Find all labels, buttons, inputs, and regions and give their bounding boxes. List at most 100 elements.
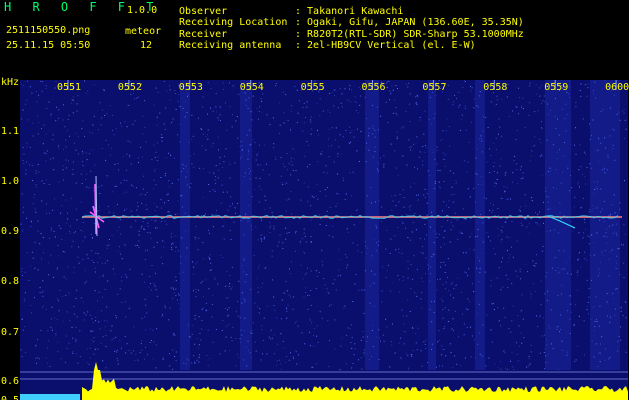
noise-speck [454,212,456,214]
noise-speck [305,292,307,294]
noise-speck [229,283,231,285]
noise-speck [58,147,60,149]
noise-speck [521,294,523,296]
noise-speck [355,102,357,104]
noise-speck [202,106,204,108]
noise-speck [128,308,130,310]
noise-speck [69,225,71,227]
noise-speck [587,83,589,85]
noise-speck [414,333,416,334]
noise-speck [327,320,329,322]
noise-speck [106,113,108,115]
noise-speck [43,252,44,254]
noise-speck [227,315,229,317]
noise-speck [36,362,37,364]
noise-speck [315,363,317,365]
noise-speck [152,358,154,360]
noise-speck [284,166,286,168]
noise-speck [279,359,281,361]
noise-speck [309,318,311,320]
noise-speck [62,251,64,253]
noise-speck [117,293,119,295]
noise-speck [98,129,99,131]
noise-speck [98,291,100,293]
noise-speck [217,117,219,119]
noise-speck [437,169,439,171]
noise-speck [98,210,100,211]
noise-speck [83,312,85,314]
noise-band [428,80,436,370]
noise-speck [35,91,37,93]
noise-speck [212,110,214,112]
noise-speck [72,99,74,101]
noise-speck [580,206,582,208]
noise-speck [237,353,239,355]
noise-speck [207,329,209,331]
noise-speck [337,107,339,109]
noise-speck [34,194,35,195]
noise-speck [452,318,454,320]
noise-speck [260,359,262,361]
noise-speck [41,200,43,202]
noise-speck [173,157,175,159]
noise-speck [259,177,261,179]
noise-speck [68,160,69,162]
noise-speck [326,210,328,212]
noise-speck [136,209,138,211]
noise-speck [339,274,341,276]
noise-speck [195,291,197,293]
noise-speck [138,246,140,248]
noise-speck [232,85,234,87]
noise-speck [106,245,108,247]
noise-speck [521,105,522,107]
noise-speck [135,220,137,222]
noise-speck [191,163,193,165]
noise-speck [492,248,494,249]
noise-speck [225,102,226,104]
noise-speck [402,155,404,157]
noise-speck [194,239,196,241]
noise-speck [117,363,119,365]
noise-speck [42,295,44,297]
noise-speck [542,155,544,157]
noise-speck [197,289,199,291]
noise-speck [349,328,351,330]
noise-speck [95,252,97,254]
freq-tick-label: 0.5 [1,395,19,400]
noise-speck [407,368,409,370]
noise-speck [385,82,387,84]
noise-speck [346,228,348,230]
noise-speck [358,86,360,88]
noise-speck [303,122,305,124]
noise-speck [491,211,493,213]
noise-speck [280,333,282,335]
noise-speck [220,254,222,256]
time-tick-label: 0557 [422,82,446,93]
noise-speck [625,351,627,353]
noise-speck [93,341,95,343]
noise-speck [48,101,50,103]
noise-speck [252,322,254,324]
noise-speck [42,280,44,282]
noise-speck [76,103,78,105]
noise-speck [303,102,305,104]
noise-speck [356,244,358,246]
noise-speck [580,95,582,97]
noise-speck [321,260,323,262]
noise-speck [212,143,214,145]
noise-speck [119,219,121,221]
noise-speck [385,277,387,278]
noise-speck [460,119,462,121]
noise-speck [224,350,226,352]
noise-speck [302,278,304,280]
noise-speck [30,312,32,314]
noise-speck [207,365,209,367]
noise-speck [395,205,397,207]
noise-speck [167,211,169,213]
noise-speck [535,212,536,213]
noise-speck [75,208,77,210]
noise-speck [48,340,50,342]
noise-speck [337,153,339,155]
noise-speck [326,187,328,189]
noise-speck [512,305,514,307]
